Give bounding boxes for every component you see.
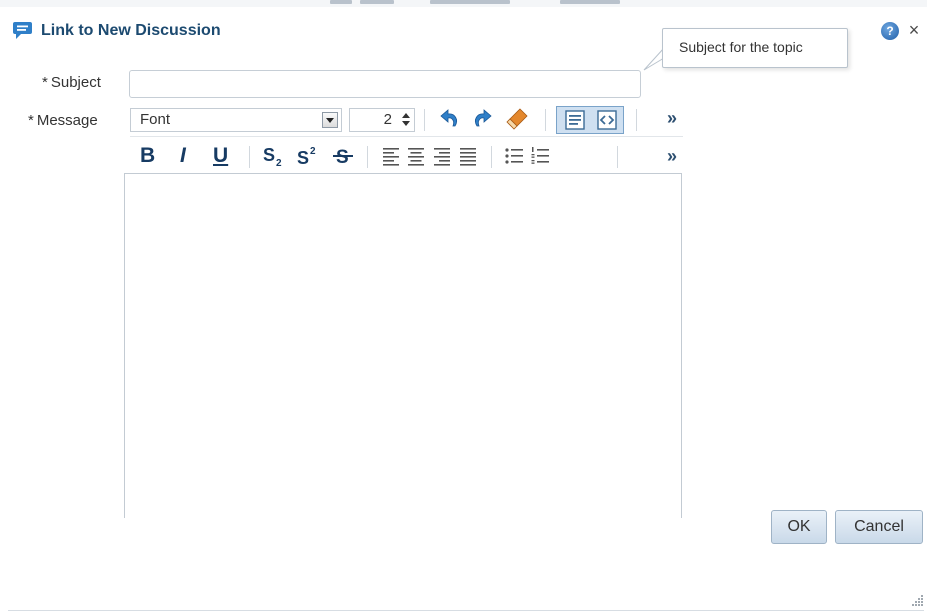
required-marker: *	[42, 74, 48, 91]
italic-button[interactable]: I	[180, 145, 186, 167]
toolbar-separator	[424, 109, 425, 131]
message-label-text: Message	[36, 112, 98, 129]
align-right-icon[interactable]	[430, 144, 454, 168]
toolbar-divider	[130, 136, 683, 137]
background-fragment	[430, 0, 510, 4]
background-fragment	[360, 0, 394, 4]
subscript-icon[interactable]: S 2	[262, 144, 286, 168]
numbered-list-icon[interactable]	[528, 144, 552, 168]
bulleted-list-icon[interactable]	[502, 144, 526, 168]
rich-text-mode-icon[interactable]	[563, 108, 587, 132]
align-center-icon[interactable]	[404, 144, 428, 168]
cancel-button[interactable]: Cancel	[835, 510, 923, 544]
resize-grip-icon[interactable]	[912, 594, 924, 606]
background-fragment	[330, 0, 352, 4]
superscript-icon[interactable]: S 2	[296, 144, 320, 168]
subject-input[interactable]	[129, 70, 641, 98]
redo-icon[interactable]	[471, 107, 495, 131]
help-icon[interactable]: ?	[881, 22, 899, 40]
close-icon[interactable]: ×	[906, 20, 922, 40]
toolbar-separator	[545, 109, 546, 131]
svg-text:2: 2	[310, 146, 316, 157]
discussion-bubbles-icon	[12, 21, 34, 41]
undo-icon[interactable]	[437, 107, 461, 131]
font-size-select[interactable]: 2	[349, 108, 415, 132]
underline-button[interactable]: U	[213, 145, 228, 167]
dialog-bottom-border	[8, 610, 924, 611]
eraser-icon[interactable]	[505, 107, 529, 131]
message-editor[interactable]	[124, 173, 682, 518]
toolbar-separator	[491, 146, 492, 168]
chevron-down-icon[interactable]	[322, 112, 338, 128]
subject-label-text: Subject	[50, 74, 101, 91]
toolbar-separator	[367, 146, 368, 168]
font-size-value: 2	[383, 111, 392, 128]
dialog-title: Link to New Discussion	[41, 22, 221, 39]
ok-button[interactable]: OK	[771, 510, 827, 544]
source-code-mode-icon[interactable]	[595, 108, 619, 132]
align-left-icon[interactable]	[379, 144, 403, 168]
link-to-new-discussion-dialog: Link to New Discussion ? × Subject for t…	[0, 0, 927, 613]
svg-text:S: S	[336, 147, 349, 168]
toolbar-separator	[249, 146, 250, 168]
font-family-value: Font	[140, 111, 171, 128]
background-fragment	[560, 0, 620, 4]
font-family-select[interactable]: Font	[130, 108, 342, 132]
bold-button[interactable]: B	[140, 145, 155, 167]
required-marker: *	[28, 112, 34, 129]
subject-tooltip: Subject for the topic	[662, 28, 848, 68]
strikethrough-icon[interactable]: S	[332, 144, 356, 168]
align-justify-icon[interactable]	[456, 144, 480, 168]
more-tools-button[interactable]: »	[665, 108, 679, 129]
tooltip-text: Subject for the topic	[679, 39, 803, 55]
message-label: * Message	[28, 112, 98, 129]
svg-text:2: 2	[276, 158, 282, 168]
spinner-icon[interactable]	[401, 112, 411, 128]
toolbar-separator	[617, 146, 618, 168]
toolbar-separator	[636, 109, 637, 131]
svg-text:S: S	[263, 145, 275, 165]
svg-text:S: S	[297, 148, 309, 168]
subject-label: * Subject	[42, 74, 101, 91]
more-formatting-button[interactable]: »	[665, 146, 679, 167]
background-page-strip	[0, 0, 927, 7]
